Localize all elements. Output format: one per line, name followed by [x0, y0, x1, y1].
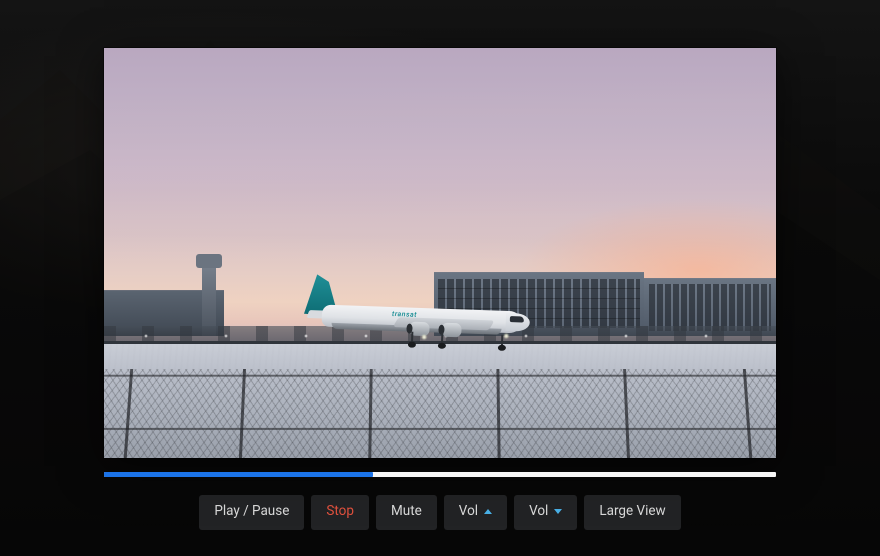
volume-down-label: Vol: [529, 505, 548, 519]
controls-bar: Play / Pause Stop Mute Vol Vol Large Vie…: [104, 495, 776, 530]
progress-bar[interactable]: [104, 472, 776, 477]
stop-button[interactable]: Stop: [311, 495, 369, 530]
airplane: transat: [291, 273, 553, 354]
mute-button[interactable]: Mute: [376, 495, 437, 530]
play-pause-button[interactable]: Play / Pause: [199, 495, 304, 530]
large-view-button[interactable]: Large View: [584, 495, 680, 530]
volume-down-button[interactable]: Vol: [514, 495, 577, 530]
video-player: transat Play / Pause Stop Mute Vol: [104, 48, 776, 530]
video-viewport[interactable]: transat: [104, 48, 776, 458]
video-scene: transat: [104, 48, 776, 458]
volume-up-button[interactable]: Vol: [444, 495, 507, 530]
volume-up-label: Vol: [459, 505, 478, 519]
caret-down-icon: [554, 509, 562, 514]
caret-up-icon: [484, 509, 492, 514]
aircraft-livery-text: transat: [392, 310, 417, 319]
progress-fill: [104, 472, 373, 477]
